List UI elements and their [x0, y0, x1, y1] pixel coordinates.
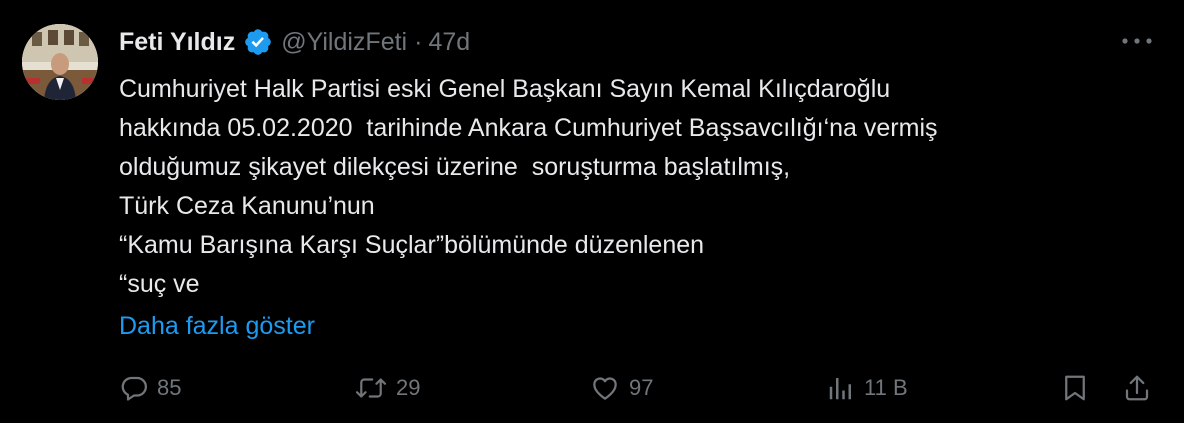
- reply-button[interactable]: 85: [119, 366, 181, 410]
- views-count: 11 B: [864, 375, 908, 400]
- tweet-timestamp[interactable]: 47d: [428, 28, 470, 57]
- like-count: 97: [629, 375, 654, 400]
- reply-count: 85: [157, 375, 182, 400]
- show-more-link[interactable]: Daha fazla göster: [119, 307, 315, 346]
- more-dots-icon[interactable]: [1120, 33, 1154, 49]
- heart-icon: [589, 373, 621, 403]
- reply-icon: [119, 373, 149, 403]
- views-chart-icon: [826, 373, 856, 403]
- views-button[interactable]: 11 B: [826, 366, 908, 410]
- tweet-card[interactable]: Feti Yıldız @YildizFeti · 47d Cumhuriyet…: [0, 0, 1184, 423]
- separator-dot: ·: [414, 27, 423, 56]
- retweet-button[interactable]: 29: [354, 366, 420, 410]
- bookmark-icon: [1060, 373, 1090, 403]
- avatar-photo: [22, 24, 98, 100]
- like-button[interactable]: 97: [589, 366, 653, 410]
- verified-badge-icon[interactable]: [243, 27, 273, 57]
- action-bar: 85 29 97 11 B: [0, 366, 1184, 410]
- tweet-header: Feti Yıldız @YildizFeti · 47d: [119, 24, 470, 60]
- share-icon: [1122, 373, 1152, 403]
- retweet-icon: [354, 373, 388, 403]
- avatar[interactable]: [22, 24, 98, 100]
- bookmark-button[interactable]: [1060, 366, 1090, 410]
- share-button[interactable]: [1122, 366, 1152, 410]
- tweet-text: Cumhuriyet Halk Partisi eski Genel Başka…: [119, 75, 938, 298]
- retweet-count: 29: [396, 375, 421, 400]
- author-name[interactable]: Feti Yıldız: [119, 28, 235, 57]
- author-handle[interactable]: @YildizFeti: [281, 28, 407, 57]
